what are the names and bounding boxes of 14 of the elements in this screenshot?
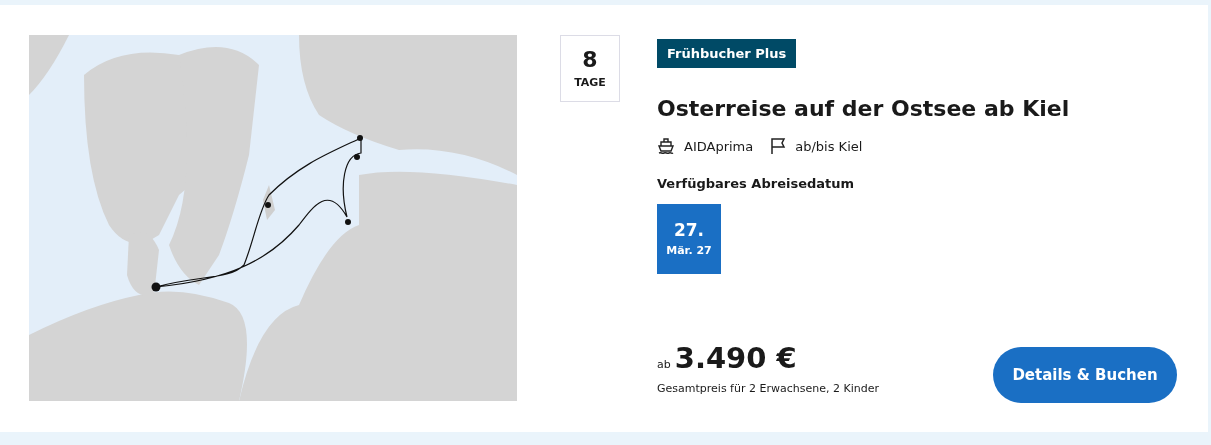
port-text: ab/bis Kiel: [795, 137, 863, 156]
dates-heading: Verfügbares Abreisedatum: [657, 175, 856, 193]
details-button[interactable]: Details & Buchen: [993, 347, 1177, 403]
cruise-title: Osterreise auf der Ostsee ab Kiel: [657, 95, 1071, 123]
duration-number: 8: [582, 49, 598, 71]
price-note: Gesamtpreis für 2 Erwachsene, 2 Kinder: [657, 380, 879, 397]
duration-unit: TAGE: [574, 77, 606, 88]
flag-icon: [770, 137, 787, 156]
promo-badge: Frühbucher Plus: [657, 39, 797, 68]
price-amount: 3.490 €: [674, 344, 797, 373]
ship-icon: [657, 137, 675, 156]
price-prefix: ab: [657, 357, 671, 373]
ship-name: AIDAprima: [684, 137, 754, 156]
date-tile[interactable]: 27. Mär. 27: [657, 203, 721, 274]
